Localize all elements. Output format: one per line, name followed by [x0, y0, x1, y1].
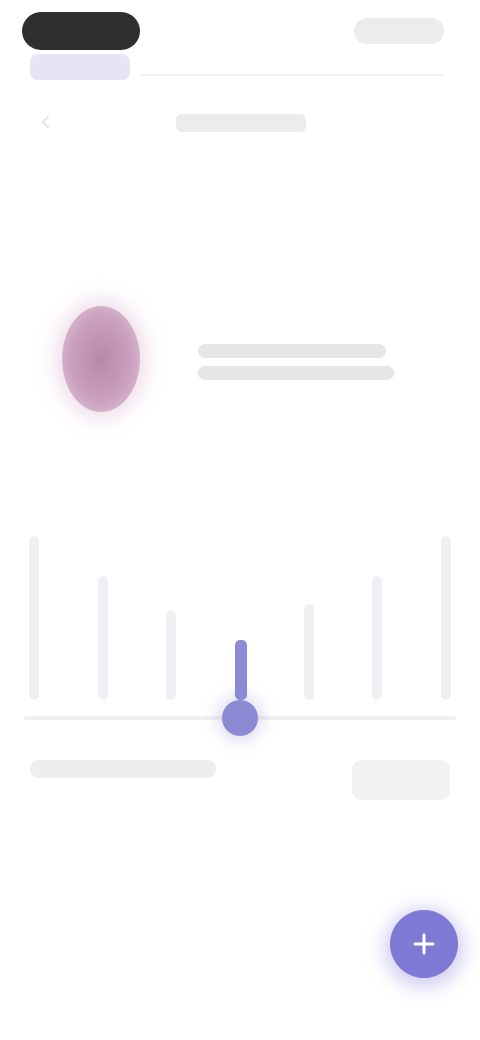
plus-icon — [413, 933, 435, 955]
header-action-button[interactable] — [354, 18, 444, 44]
add-button[interactable] — [390, 910, 458, 978]
chart-bar-3[interactable] — [166, 610, 176, 700]
bar-chart[interactable] — [24, 500, 456, 740]
profile-name — [198, 344, 386, 358]
chart-value-badge[interactable] — [352, 760, 450, 800]
header-pill-shadow — [30, 54, 130, 80]
chart-bar-2[interactable] — [98, 576, 108, 700]
header-pill-button[interactable] — [22, 12, 140, 50]
chart-bar-6[interactable] — [372, 576, 382, 700]
chart-bar-4[interactable] — [235, 640, 247, 700]
app-header — [0, 0, 480, 100]
chart-bar-5[interactable] — [304, 604, 314, 700]
back-icon[interactable] — [38, 114, 54, 130]
profile-detail — [198, 366, 394, 380]
chart-bar-1[interactable] — [29, 536, 39, 700]
page-subtitle — [176, 114, 306, 132]
chart-caption — [30, 760, 216, 778]
header-divider — [140, 74, 444, 76]
chart-bar-7[interactable] — [441, 536, 451, 700]
avatar[interactable] — [62, 306, 140, 412]
slider-thumb[interactable] — [222, 700, 258, 736]
